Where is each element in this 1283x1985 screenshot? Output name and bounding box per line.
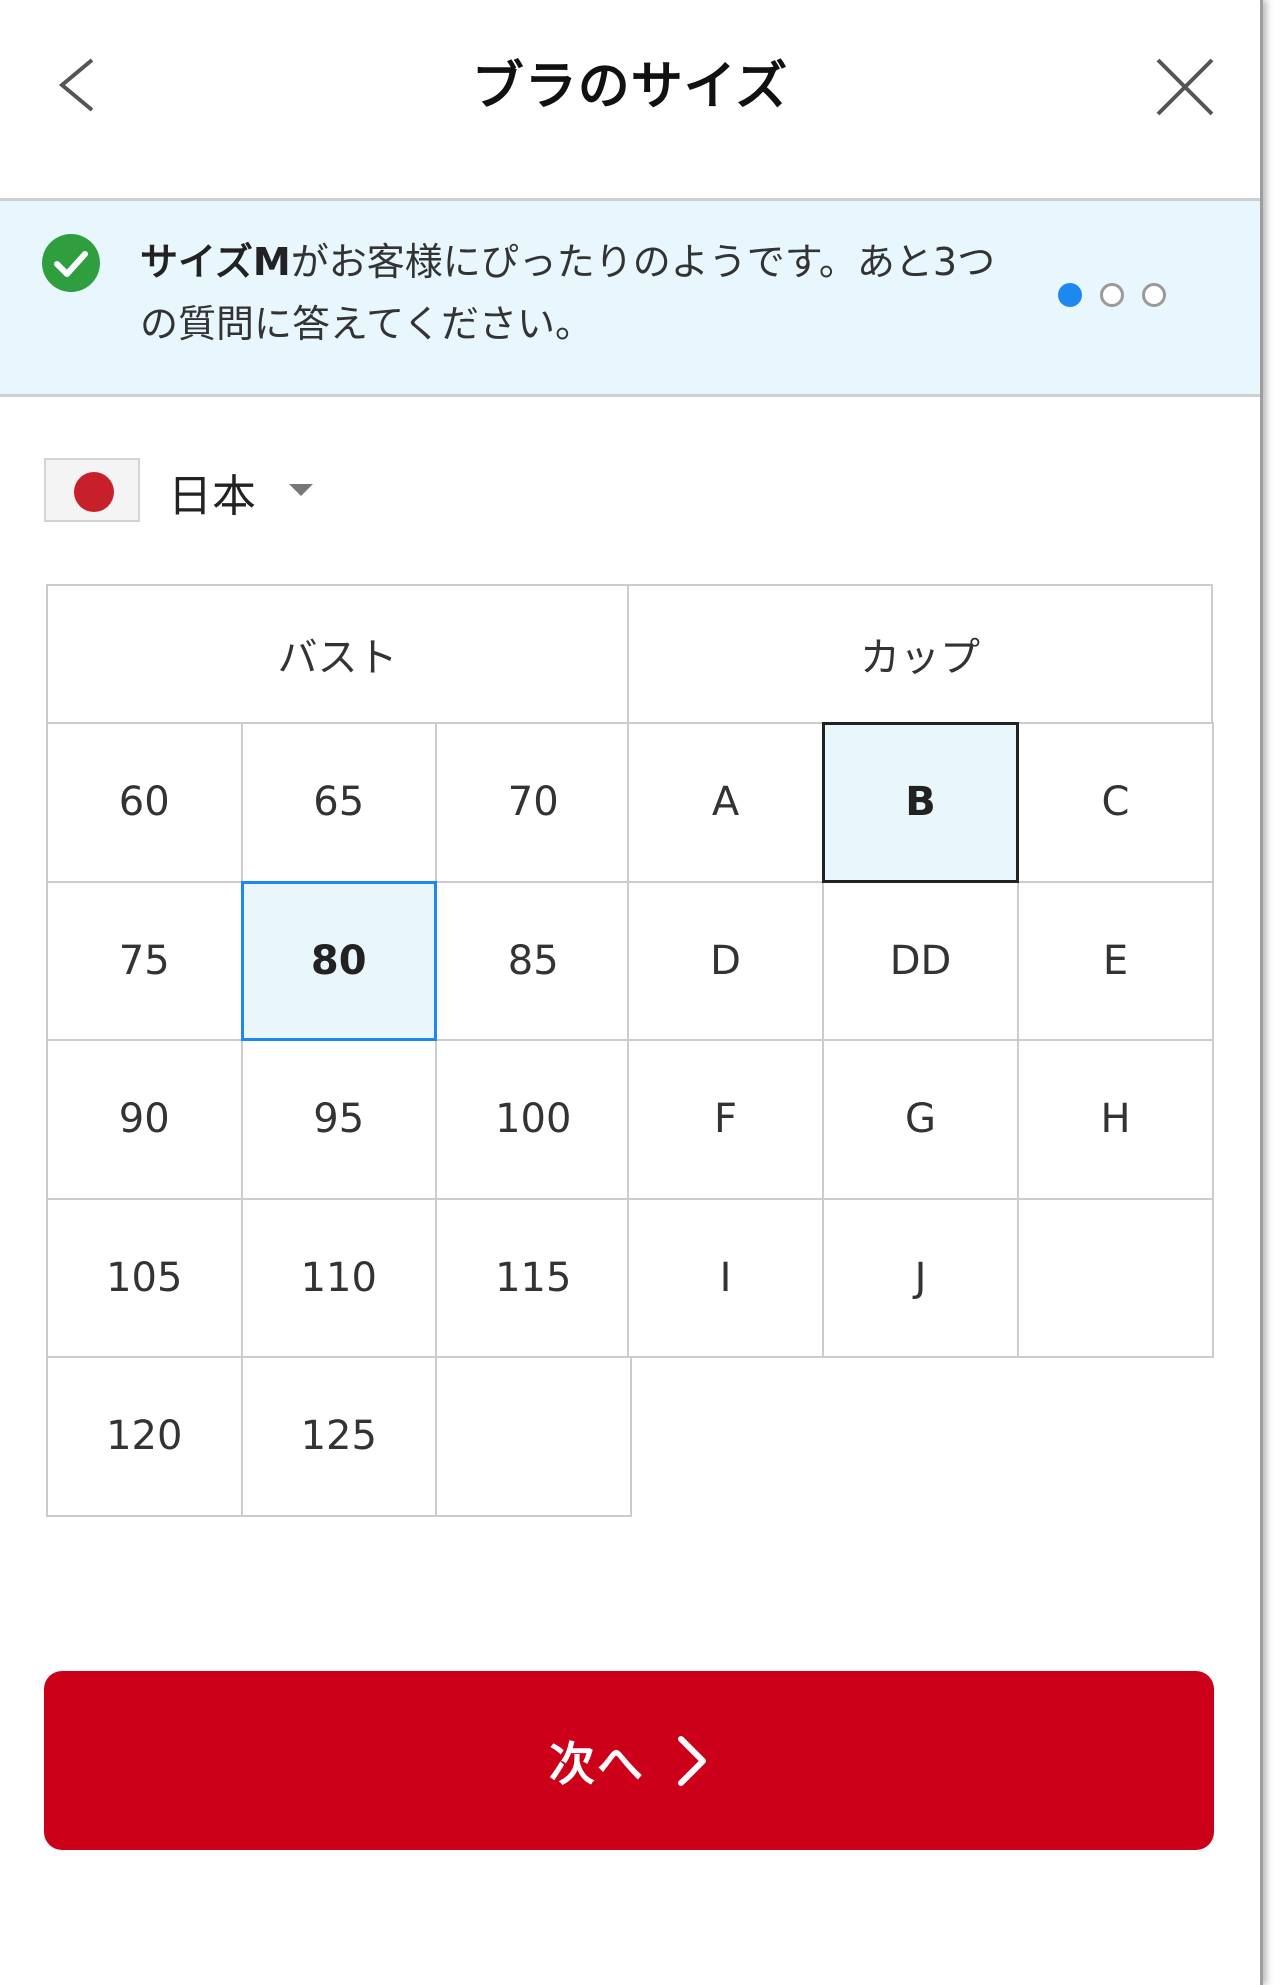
header: ブラのサイズ <box>0 0 1260 201</box>
bust-option-110[interactable]: 110 <box>240 1197 437 1358</box>
bra-size-panel: ブラのサイズ サイズMがお客様にぴったりのようです。あと3つの質問に答えてくださ… <box>0 0 1263 1985</box>
bust-option-115[interactable]: 115 <box>435 1197 632 1358</box>
bust-empty-cell <box>435 1356 632 1517</box>
recommended-size: サイズM <box>140 240 291 284</box>
close-button[interactable] <box>1150 52 1220 122</box>
caret-down-icon <box>289 484 313 496</box>
next-button[interactable]: 次へ <box>44 1671 1214 1850</box>
close-icon <box>1156 58 1214 116</box>
recommendation-message: サイズMがお客様にぴったりのようです。あと3つの質問に答えてください。 <box>140 231 1000 355</box>
cup-option-dd[interactable]: DD <box>822 880 1019 1041</box>
bust-option-105[interactable]: 105 <box>46 1197 243 1358</box>
bust-option-80[interactable]: 80 <box>240 880 437 1041</box>
cup-option-c[interactable]: C <box>1017 722 1214 883</box>
progress-dots <box>1058 283 1184 317</box>
cup-option-j[interactable]: J <box>822 1197 1019 1358</box>
recommendation-banner: サイズMがお客様にぴったりのようです。あと3つの質問に答えてください。 <box>0 201 1260 397</box>
cup-option-h[interactable]: H <box>1017 1039 1214 1200</box>
bust-option-125[interactable]: 125 <box>240 1356 437 1517</box>
cup-option-e[interactable]: E <box>1017 880 1214 1041</box>
bust-option-70[interactable]: 70 <box>435 722 632 883</box>
bust-option-90[interactable]: 90 <box>46 1039 243 1200</box>
cup-option-a[interactable]: A <box>627 722 824 883</box>
bust-option-65[interactable]: 65 <box>240 722 437 883</box>
cup-option-d[interactable]: D <box>627 880 824 1041</box>
progress-dot-2 <box>1100 283 1124 307</box>
next-button-label: 次へ <box>549 1736 645 1791</box>
chevron-right-icon <box>678 1735 706 1786</box>
progress-dot-3 <box>1142 283 1166 307</box>
bust-option-60[interactable]: 60 <box>46 722 243 883</box>
bust-option-100[interactable]: 100 <box>435 1039 632 1200</box>
cup-option-g[interactable]: G <box>822 1039 1019 1200</box>
progress-dot-1 <box>1058 283 1082 307</box>
bust-option-95[interactable]: 95 <box>240 1039 437 1200</box>
cup-option-f[interactable]: F <box>627 1039 824 1200</box>
cup-header: カップ <box>627 584 1213 724</box>
bust-option-120[interactable]: 120 <box>46 1356 243 1517</box>
bust-option-85[interactable]: 85 <box>435 880 632 1041</box>
page-title: ブラのサイズ <box>471 57 789 117</box>
japan-flag-icon <box>44 458 140 522</box>
country-name: 日本 <box>168 471 256 522</box>
check-circle-icon <box>42 234 100 292</box>
bust-header: バスト <box>46 584 629 724</box>
bust-option-75[interactable]: 75 <box>46 880 243 1041</box>
cup-empty-cell <box>1017 1197 1214 1358</box>
cup-option-b[interactable]: B <box>822 722 1019 883</box>
cup-option-i[interactable]: I <box>627 1197 824 1358</box>
